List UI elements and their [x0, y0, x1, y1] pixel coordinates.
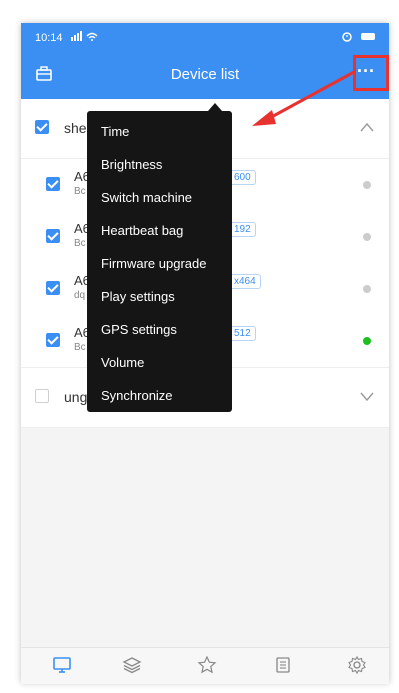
bottom-tab-bar — [21, 647, 389, 684]
group-name: she — [64, 120, 87, 136]
menu-item-brightness[interactable]: Brightness — [87, 152, 232, 185]
menu-item-gps-settings[interactable]: GPS settings — [87, 317, 232, 350]
device-checkbox[interactable] — [46, 333, 60, 347]
status-bar: 10:14 — [21, 23, 389, 53]
gear-icon[interactable] — [347, 655, 367, 675]
annotation-arrow — [252, 70, 355, 126]
menu-item-switch-machine[interactable]: Switch machine — [87, 185, 232, 218]
device-checkbox[interactable] — [46, 281, 60, 295]
device-subtitle: Bc — [74, 186, 86, 197]
status-offline-dot — [363, 285, 371, 293]
device-subtitle: dq — [74, 290, 86, 301]
status-time: 10:14 — [35, 32, 63, 44]
device-checkbox[interactable] — [46, 229, 60, 243]
group-checkbox[interactable] — [35, 389, 49, 403]
signal-icon — [71, 31, 99, 44]
monitor-icon[interactable] — [52, 655, 72, 675]
menu-item-play-settings[interactable]: Play settings — [87, 284, 232, 317]
star-icon[interactable] — [197, 655, 217, 675]
status-online-dot — [363, 337, 371, 345]
battery-icon — [361, 33, 375, 40]
device-checkbox[interactable] — [46, 177, 60, 191]
menu-item-heartbeat-bag[interactable]: Heartbeat bag — [87, 218, 232, 251]
layers-icon[interactable] — [122, 655, 142, 675]
chevron-down-icon[interactable] — [359, 389, 375, 402]
resolution-badge: 600 — [229, 170, 256, 185]
status-offline-dot — [363, 233, 371, 241]
status-offline-dot — [363, 181, 371, 189]
group-checkbox[interactable] — [35, 120, 49, 134]
resolution-badge: 512 — [229, 326, 256, 341]
resolution-badge: x464 — [229, 274, 261, 289]
menu-item-volume[interactable]: Volume — [87, 350, 232, 383]
group-name: ung — [64, 389, 88, 405]
device-subtitle: Bc — [74, 238, 86, 249]
resolution-badge: 192 — [229, 222, 256, 237]
alarm-icon — [341, 30, 353, 45]
menu-item-time[interactable]: Time — [87, 119, 232, 152]
document-icon[interactable] — [273, 655, 293, 675]
menu-item-synchronize[interactable]: Synchronize — [87, 383, 232, 416]
options-menu: Time Brightness Switch machine Heartbeat… — [87, 103, 232, 412]
chevron-up-icon[interactable] — [359, 120, 375, 132]
device-subtitle: Bc — [74, 342, 86, 353]
menu-item-firmware-upgrade[interactable]: Firmware upgrade — [87, 251, 232, 284]
